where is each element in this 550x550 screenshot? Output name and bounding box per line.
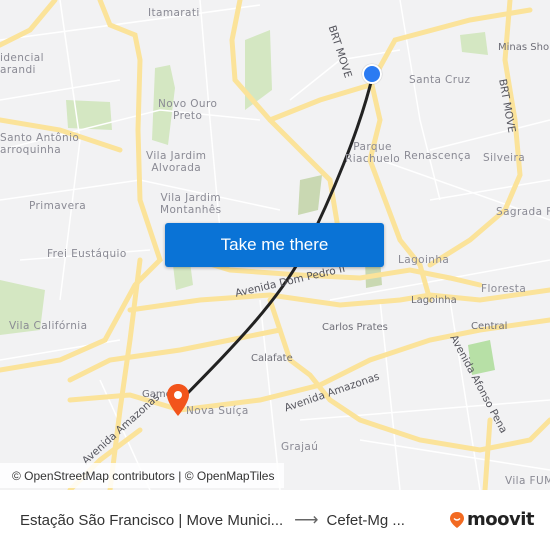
label-vila-fumec: Vila FUM	[505, 475, 550, 487]
arrow-right-icon: ⟶	[294, 510, 319, 529]
label-lagoinha: Lagoinha	[398, 254, 450, 266]
label-nova-suica: Nova Suíça	[186, 405, 249, 417]
label-frei-eustaquio: Frei Eustáquio	[47, 248, 127, 260]
label-carlos-prates: Carlos Prates	[322, 322, 388, 333]
origin-stop-name: Estação São Francisco | Move Munici...	[20, 511, 284, 529]
label-floresta: Floresta	[481, 283, 527, 295]
label-grajau: Grajaú	[281, 441, 319, 453]
label-lagoinha-station: Lagoinha	[411, 295, 457, 306]
destination-pin-icon[interactable]	[166, 383, 190, 417]
label-santa-cruz: Santa Cruz	[409, 74, 471, 86]
moovit-logo[interactable]: moovit	[449, 509, 535, 530]
map[interactable]: Itamarati idencial arandi Novo Ouro Pret…	[0, 0, 550, 490]
label-vila-california: Vila Califórnia	[9, 320, 88, 332]
label-itamarati: Itamarati	[148, 7, 200, 19]
label-sagrada-familia: Sagrada F	[496, 206, 550, 218]
label-calafate: Calafate	[251, 353, 293, 364]
label-primavera: Primavera	[29, 200, 87, 212]
moovit-pin-icon	[450, 511, 464, 528]
map-attribution[interactable]: © OpenStreetMap contributors | © OpenMap…	[0, 463, 285, 488]
label-novo-ouro-preto: Novo Ouro Preto	[158, 98, 218, 122]
label-parque-riachuelo: Parque Riachuelo	[345, 141, 401, 165]
take-me-there-button[interactable]: Take me there	[165, 223, 384, 267]
label-minas-shopping: Minas Shopp	[498, 42, 550, 53]
label-vila-jardim-alvorada: Vila Jardim Alvorada	[146, 150, 207, 174]
label-renascenca: Renascença	[404, 150, 471, 162]
label-residencial-sarandi: idencial arandi	[0, 52, 44, 76]
label-silveira: Silveira	[483, 152, 526, 164]
label-vila-jardim-montanhes: Vila Jardim Montanhês	[160, 192, 222, 216]
footer: Estação São Francisco | Move Munici... ⟶…	[0, 490, 550, 550]
moovit-wordmark: moovit	[467, 509, 535, 530]
origin-dot-icon[interactable]	[362, 64, 382, 84]
destination-stop-name: Cefet-Mg ...	[326, 511, 405, 529]
label-santo-antonio-barroquinha: Santo Antônio arroquinha	[0, 132, 80, 156]
label-central: Central	[471, 321, 508, 332]
